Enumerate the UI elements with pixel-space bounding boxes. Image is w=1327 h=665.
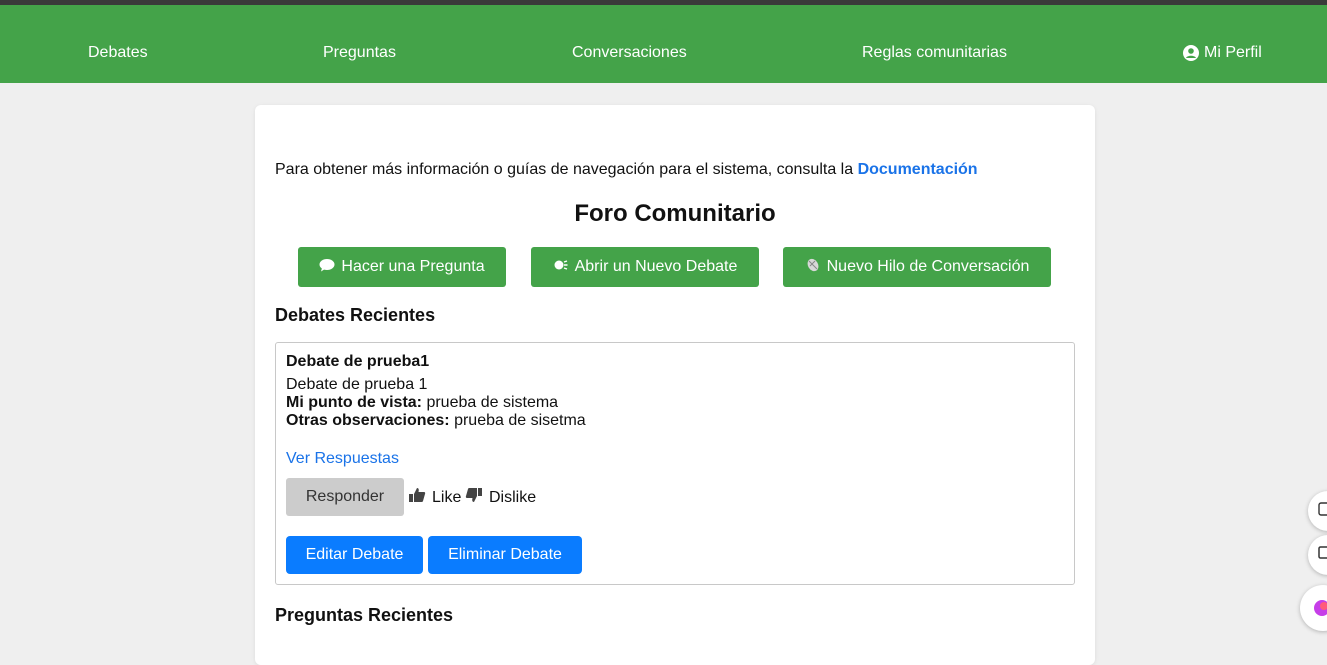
edit-debate-button[interactable]: Editar Debate (286, 536, 423, 574)
new-thread-button[interactable]: Nuevo Hilo de Conversación (783, 247, 1051, 287)
nav-mi-perfil-label: Mi Perfil (1204, 44, 1262, 61)
translate-extension-button[interactable] (1308, 491, 1327, 531)
reader-extension-button[interactable] (1308, 535, 1327, 575)
nav-mi-perfil[interactable]: Mi Perfil (1183, 5, 1262, 101)
nav-preguntas[interactable]: Preguntas (323, 5, 396, 83)
nav-debates[interactable]: Debates (88, 5, 148, 83)
documentation-info-text: Para obtener más información o guías de … (275, 161, 858, 178)
speech-bubble-icon (319, 258, 335, 277)
assistant-logo-icon (1314, 597, 1327, 624)
nav-reglas-comunitarias[interactable]: Reglas comunitarias (862, 5, 1007, 83)
like-label: Like (432, 488, 462, 506)
thumbs-down-icon (465, 487, 483, 508)
debate-body: Debate de prueba 1 Mi punto de vista: pr… (286, 376, 586, 430)
debate-description: Debate de prueba 1 (286, 376, 428, 393)
dislike-button[interactable]: Dislike (465, 487, 536, 508)
reply-button[interactable]: Responder (286, 478, 404, 516)
ask-question-button[interactable]: Hacer una Pregunta (298, 247, 506, 287)
documentation-link[interactable]: Documentación (858, 161, 978, 178)
new-debate-button[interactable]: Abrir un Nuevo Debate (531, 247, 759, 287)
view-replies-link[interactable]: Ver Respuestas (286, 450, 399, 468)
new-thread-label: Nuevo Hilo de Conversación (826, 258, 1030, 275)
book-icon (1318, 546, 1327, 563)
nav-conversaciones[interactable]: Conversaciones (572, 5, 687, 83)
new-debate-label: Abrir un Nuevo Debate (574, 258, 738, 275)
user-circle-icon (1183, 45, 1199, 61)
debate-title: Debate de prueba1 (286, 353, 430, 370)
page-title: Foro Comunitario (574, 200, 776, 227)
thumbs-up-icon (408, 487, 426, 508)
debate-speaker-icon (553, 258, 569, 277)
observations-value: prueba de sisetma (449, 412, 586, 429)
translate-icon (1318, 502, 1327, 519)
main-navbar: Debates Preguntas Conversaciones Reglas … (0, 5, 1327, 83)
like-button[interactable]: Like (408, 487, 461, 508)
point-of-view-value: prueba de sistema (422, 394, 559, 411)
delete-debate-button[interactable]: Eliminar Debate (428, 536, 582, 574)
recent-questions-heading: Preguntas Recientes (275, 605, 454, 625)
documentation-info: Para obtener más información o guías de … (275, 161, 978, 179)
debate-point-of-view: Mi punto de vista: prueba de sistema (286, 394, 586, 412)
debate-item: Debate de prueba1 Debate de prueba 1 Mi … (275, 342, 1075, 585)
recent-debates-heading: Debates Recientes (275, 305, 436, 325)
dislike-label: Dislike (489, 488, 537, 506)
debate-observations: Otras observaciones: prueba de sisetma (286, 412, 586, 430)
ask-question-label: Hacer una Pregunta (341, 258, 485, 275)
forum-card: Para obtener más información o guías de … (255, 105, 1095, 665)
thread-spool-icon (805, 257, 821, 278)
point-of-view-label: Mi punto de vista: (286, 394, 422, 411)
observations-label: Otras observaciones: (286, 412, 450, 429)
assistant-extension-button[interactable] (1300, 585, 1327, 631)
